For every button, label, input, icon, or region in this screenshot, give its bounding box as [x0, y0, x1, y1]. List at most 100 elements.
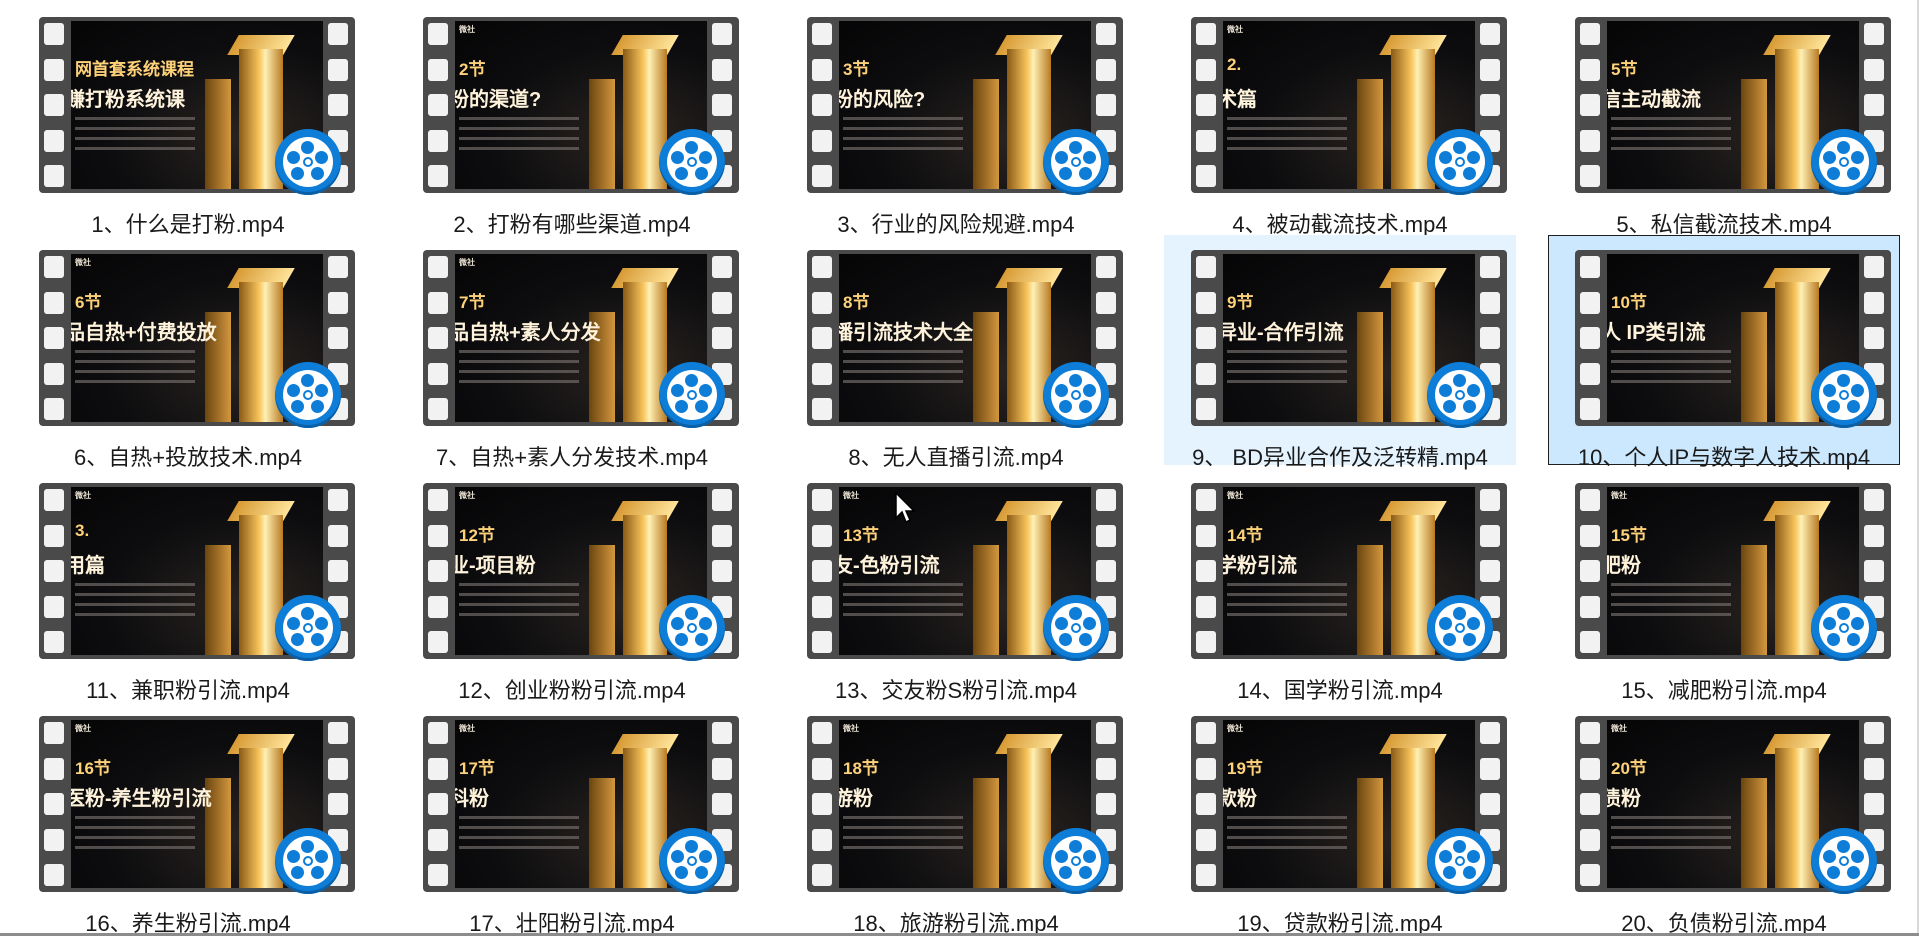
- thumbnail-cube: [1357, 79, 1383, 189]
- film-hole: [1196, 631, 1216, 653]
- thumbnail-headline: 医粉-养生粉引流: [71, 788, 212, 810]
- film-hole: [712, 793, 732, 815]
- film-hole: [328, 94, 348, 116]
- file-item[interactable]: 微社 20节 债粉 20、负债粉引流.mp4: [1548, 701, 1900, 936]
- film-hole: [1096, 58, 1116, 81]
- file-item[interactable]: 8节 播引流技术大全 8、无人直播引流.mp4: [780, 235, 1132, 470]
- film-hole: [1580, 757, 1600, 780]
- file-item[interactable]: 微社 14节 学粉引流 14、国学粉引流.mp4: [1164, 468, 1516, 703]
- film-hole: [1480, 524, 1500, 547]
- film-hole: [1480, 757, 1500, 780]
- file-item[interactable]: 微社 19节 款粉 19、贷款粉引流.mp4: [1164, 701, 1516, 936]
- thumbnail-text-lines: [843, 583, 963, 623]
- film-hole: [1480, 94, 1500, 116]
- film-hole: [1196, 362, 1216, 385]
- file-item[interactable]: 3节 粉的风险? 3、行业的风险规避.mp4: [780, 2, 1132, 237]
- film-hole: [812, 489, 832, 511]
- film-hole: [812, 362, 832, 385]
- film-hole: [1580, 362, 1600, 385]
- file-item[interactable]: 微社 2. 术篇 4、被动截流技术.mp4: [1164, 2, 1516, 237]
- thumbnail-text-lines: [1611, 117, 1731, 157]
- file-item[interactable]: 微社 13节 友-色粉引流 13、交友粉S粉引流.mp4: [780, 468, 1132, 703]
- thumbnail-text-lines: [459, 350, 579, 390]
- reel-icon: [667, 603, 717, 653]
- video-player-icon: [275, 362, 341, 428]
- file-view-grid: 网首套系统课程 赚打粉系统课 1、什么是打粉.mp4 微社 2节 粉的渠道? 2、打粉有哪些…: [0, 0, 1919, 936]
- film-hole: [1196, 23, 1216, 45]
- film-hole: [44, 165, 64, 187]
- film-hole: [1864, 94, 1884, 116]
- thumbnail-headline: 赚打粉系统课: [71, 89, 185, 111]
- file-item[interactable]: 微社 6节 品自热+付费投放 6、自热+投放技术.mp4: [12, 235, 364, 470]
- file-item[interactable]: 微社 2节 粉的渠道? 2、打粉有哪些渠道.mp4: [396, 2, 748, 237]
- file-item[interactable]: 微社 12节 业-项目粉 12、创业粉粉引流.mp4: [396, 468, 748, 703]
- film-hole: [812, 560, 832, 582]
- reel-icon: [1435, 603, 1485, 653]
- thumbnail-cube: [1741, 79, 1767, 189]
- film-hole: [44, 398, 64, 420]
- film-hole: [328, 489, 348, 511]
- thumbnail-cube: [1357, 545, 1383, 655]
- film-hole: [1096, 722, 1116, 744]
- thumbnail-cube: [205, 79, 231, 189]
- file-item[interactable]: 微社 17节 科粉 17、壮阳粉引流.mp4: [396, 701, 748, 936]
- film-hole: [328, 291, 348, 314]
- reel-icon: [283, 603, 333, 653]
- file-item[interactable]: 网首套系统课程 赚打粉系统课 1、什么是打粉.mp4: [12, 2, 364, 237]
- file-item[interactable]: 微社 15节 肥粉 15、减肥粉引流.mp4: [1548, 468, 1900, 703]
- reel-icon: [1819, 137, 1869, 187]
- film-hole: [44, 58, 64, 81]
- file-item[interactable]: 10节人 IP类引流 10、个人IP与数字人技术.mp4: [1548, 235, 1900, 470]
- film-hole: [1480, 23, 1500, 45]
- film-hole: [1196, 828, 1216, 851]
- video-player-icon: [1811, 595, 1877, 661]
- thumbnail-text-lines: [1611, 583, 1731, 623]
- thumbnail-headline: 学粉引流: [1223, 555, 1297, 577]
- thumbnail-brand: 微社: [1611, 724, 1627, 733]
- video-player-icon: [275, 595, 341, 661]
- thumbnail-brand: 微社: [459, 258, 475, 267]
- film-hole: [1580, 291, 1600, 314]
- thumbnail-section: 18节: [843, 759, 879, 778]
- thumbnail-headline: 粉的渠道?: [455, 89, 542, 111]
- file-item[interactable]: 微社 7节 品自热+素人分发 7、自热+素人分发技术.mp4: [396, 235, 748, 470]
- film-hole: [1580, 560, 1600, 582]
- film-hole: [812, 94, 832, 116]
- thumbnail-brand: 微社: [459, 491, 475, 500]
- film-hole: [428, 23, 448, 45]
- film-hole: [44, 489, 64, 511]
- file-item[interactable]: 微社 3. 用篇 11、兼职粉引流.mp4: [12, 468, 364, 703]
- reel-icon: [283, 370, 333, 420]
- file-item[interactable]: 9节 异业-合作引流 9、 BD异业合作及泛转精.mp4: [1164, 235, 1516, 470]
- film-strip-left: [428, 256, 450, 420]
- thumbnail-text-lines: [75, 583, 195, 623]
- film-hole: [1096, 489, 1116, 511]
- film-hole: [1096, 23, 1116, 45]
- reel-icon: [667, 137, 717, 187]
- thumbnail-cube: [1357, 312, 1383, 422]
- film-hole: [1864, 23, 1884, 45]
- reel-icon: [667, 370, 717, 420]
- thumbnail-brand: 微社: [75, 258, 91, 267]
- film-hole: [44, 828, 64, 851]
- film-hole: [1096, 256, 1116, 278]
- film-hole: [44, 524, 64, 547]
- file-item[interactable]: 5节 信主动截流 5、私信截流技术.mp4: [1548, 2, 1900, 237]
- film-hole: [812, 398, 832, 420]
- film-hole: [1196, 129, 1216, 152]
- film-hole: [812, 793, 832, 815]
- film-hole: [1864, 560, 1884, 582]
- video-player-icon: [1043, 828, 1109, 894]
- file-item[interactable]: 微社 16节 医粉-养生粉引流 16、养生粉引流.mp4: [12, 701, 364, 936]
- thumbnail-text-lines: [843, 350, 963, 390]
- video-player-icon: [659, 362, 725, 428]
- film-strip-left: [1196, 489, 1218, 653]
- film-hole: [1580, 828, 1600, 851]
- film-hole: [1196, 757, 1216, 780]
- video-player-icon: [659, 595, 725, 661]
- thumbnail-text-lines: [1227, 117, 1347, 157]
- file-item[interactable]: 微社 18节 游粉 18、旅游粉引流.mp4: [780, 701, 1132, 936]
- film-hole: [1864, 489, 1884, 511]
- thumbnail-section: 13节: [843, 526, 879, 545]
- film-hole: [1096, 94, 1116, 116]
